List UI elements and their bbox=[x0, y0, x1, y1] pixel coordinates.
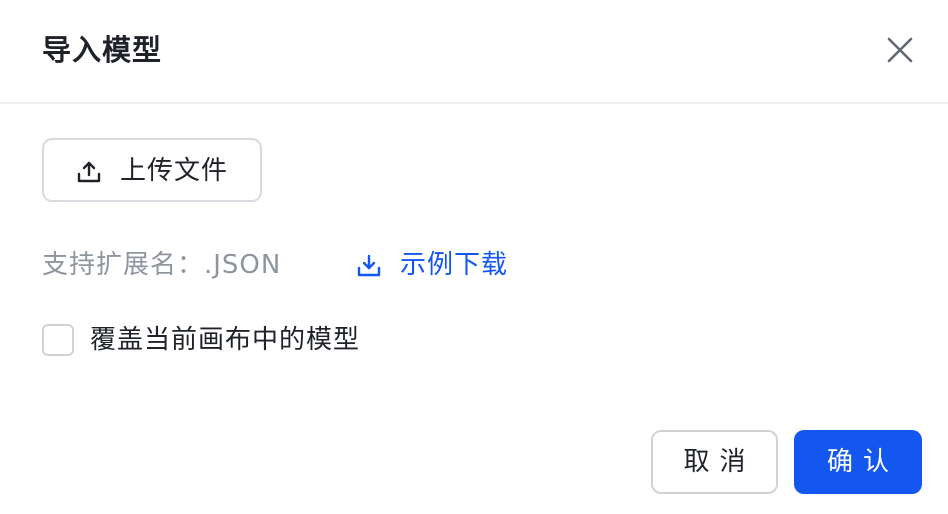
overwrite-checkbox[interactable] bbox=[42, 324, 74, 356]
dialog-header: 导入模型 bbox=[0, 0, 948, 104]
confirm-button[interactable]: 确认 bbox=[794, 430, 922, 494]
import-model-dialog: 导入模型 上传文件 支持扩展名：.JSON 示例下载 覆盖当前画布中的模型 取消… bbox=[0, 0, 948, 514]
example-download-label: 示例下载 bbox=[400, 250, 509, 280]
upload-file-button[interactable]: 上传文件 bbox=[42, 138, 262, 202]
download-icon bbox=[357, 254, 381, 277]
close-button[interactable] bbox=[880, 30, 920, 70]
upload-file-label: 上传文件 bbox=[120, 156, 229, 186]
supported-extensions-text: 支持扩展名：.JSON bbox=[42, 250, 282, 280]
overwrite-checkbox-label[interactable]: 覆盖当前画布中的模型 bbox=[90, 322, 360, 358]
close-icon bbox=[887, 37, 913, 63]
upload-icon bbox=[77, 161, 101, 183]
cancel-button[interactable]: 取消 bbox=[651, 430, 778, 494]
dialog-title: 导入模型 bbox=[42, 33, 163, 67]
